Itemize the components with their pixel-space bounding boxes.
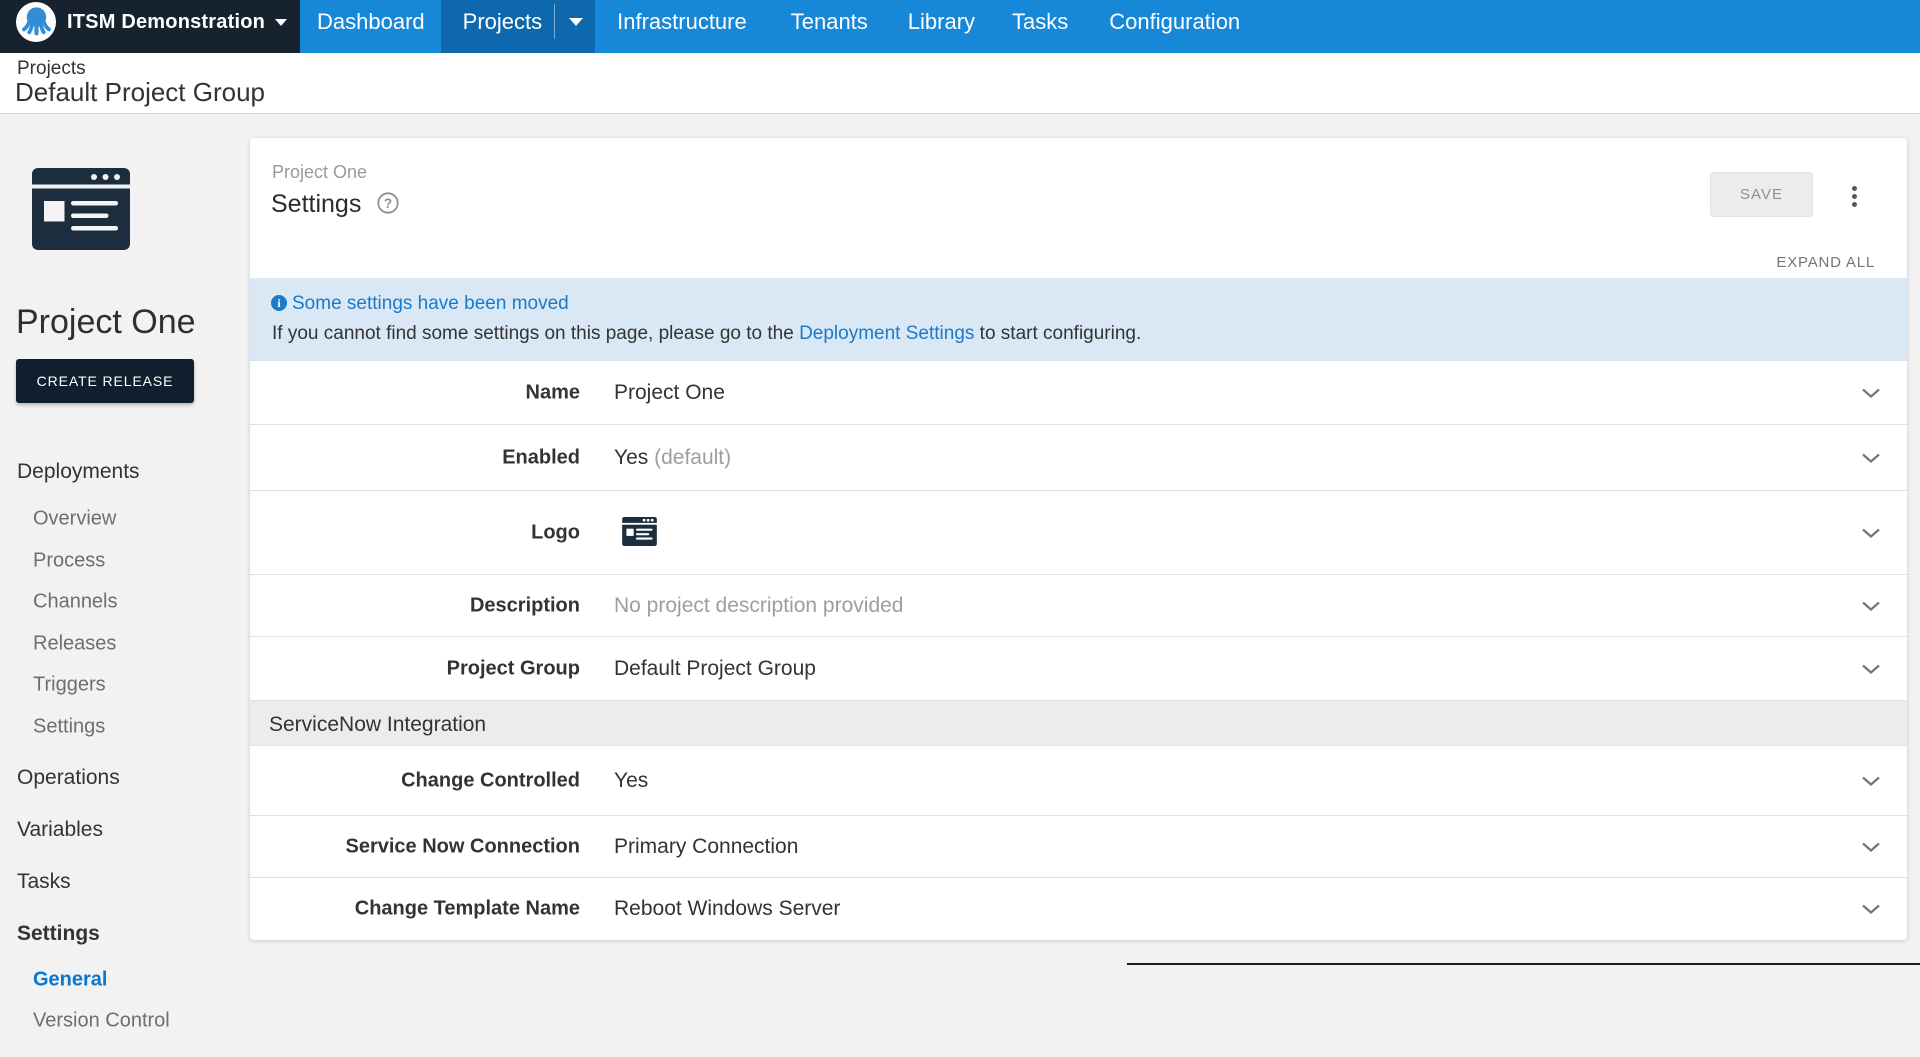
svg-text:?: ? [384,196,392,211]
